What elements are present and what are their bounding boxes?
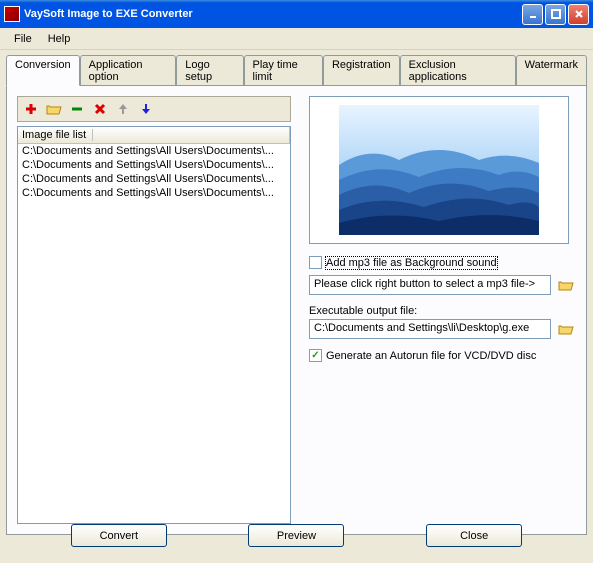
tab-panel: Image file list C:\Documents and Setting… [6, 85, 587, 535]
move-down-button[interactable] [134, 98, 157, 120]
app-icon [4, 6, 20, 22]
file-list[interactable]: Image file list C:\Documents and Setting… [17, 126, 291, 524]
tab-application-option[interactable]: Application option [80, 55, 177, 86]
mp3-checkbox[interactable] [309, 256, 322, 269]
menu-help[interactable]: Help [40, 31, 79, 47]
preview-button[interactable]: Preview [248, 524, 344, 547]
maximize-button[interactable] [545, 4, 566, 25]
button-bar: Convert Preview Close [0, 524, 593, 547]
tab-exclusion-applications[interactable]: Exclusion applications [400, 55, 516, 86]
menu-file[interactable]: File [6, 31, 40, 47]
tab-strip: Conversion Application option Logo setup… [0, 50, 593, 85]
convert-button[interactable]: Convert [71, 524, 167, 547]
mp3-path-input[interactable]: Please click right button to select a mp… [309, 275, 551, 295]
mp3-checkbox-label[interactable]: Add mp3 file as Background sound [326, 257, 497, 269]
tab-play-time-limit[interactable]: Play time limit [244, 55, 323, 86]
browse-output-button[interactable] [555, 319, 576, 339]
add-button[interactable] [19, 98, 42, 120]
titlebar[interactable]: VaySoft Image to EXE Converter [0, 0, 593, 28]
browse-mp3-button[interactable] [555, 275, 576, 295]
autorun-checkbox-label[interactable]: Generate an Autorun file for VCD/DVD dis… [326, 350, 536, 362]
tab-registration[interactable]: Registration [323, 55, 400, 86]
tab-conversion[interactable]: Conversion [6, 55, 80, 86]
tab-logo-setup[interactable]: Logo setup [176, 55, 243, 86]
preview-image [339, 105, 539, 235]
image-preview [309, 96, 569, 244]
folder-open-icon [46, 102, 62, 116]
remove-button[interactable] [65, 98, 88, 120]
close-button[interactable]: Close [426, 524, 522, 547]
toolbar [17, 96, 291, 122]
list-item[interactable]: C:\Documents and Settings\All Users\Docu… [18, 186, 290, 200]
tab-watermark[interactable]: Watermark [516, 55, 587, 86]
window-title: VaySoft Image to EXE Converter [24, 8, 522, 20]
list-item[interactable]: C:\Documents and Settings\All Users\Docu… [18, 158, 290, 172]
folder-open-icon [558, 322, 574, 336]
autorun-checkbox[interactable] [309, 349, 322, 362]
delete-button[interactable] [88, 98, 111, 120]
menubar: File Help [0, 28, 593, 50]
output-path-input[interactable]: C:\Documents and Settings\li\Desktop\g.e… [309, 319, 551, 339]
output-label: Executable output file: [309, 305, 576, 317]
open-button[interactable] [42, 98, 65, 120]
list-item[interactable]: C:\Documents and Settings\All Users\Docu… [18, 144, 290, 158]
close-window-button[interactable] [568, 4, 589, 25]
minimize-button[interactable] [522, 4, 543, 25]
move-up-button[interactable] [111, 98, 134, 120]
folder-open-icon [558, 278, 574, 292]
list-header[interactable]: Image file list [18, 127, 290, 144]
list-item[interactable]: C:\Documents and Settings\All Users\Docu… [18, 172, 290, 186]
